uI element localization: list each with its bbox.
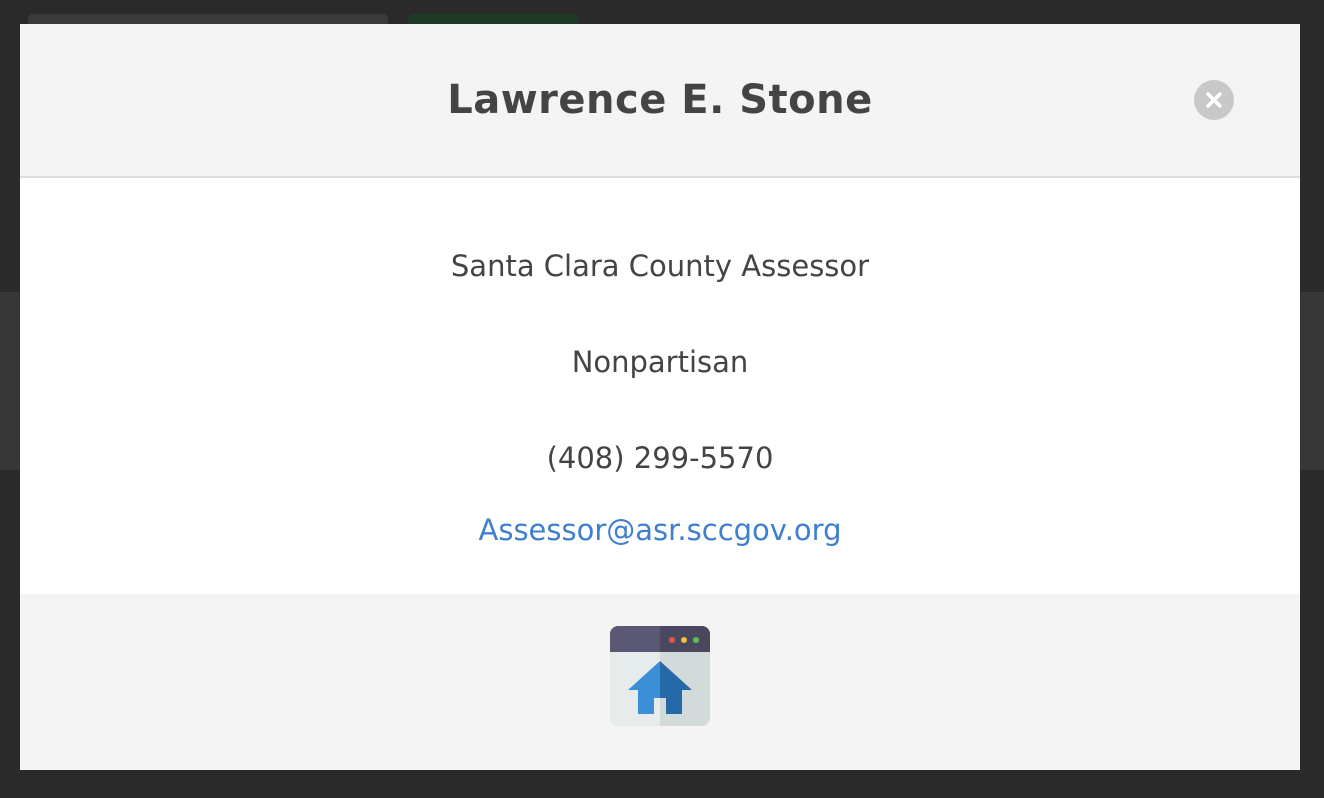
email-link[interactable]: Assessor@asr.sccgov.org xyxy=(20,510,1300,550)
modal-body: Santa Clara County Assessor Nonpartisan … xyxy=(20,178,1300,594)
modal-title: Lawrence E. Stone xyxy=(447,77,873,123)
close-button[interactable] xyxy=(1194,80,1234,120)
website-home-icon[interactable] xyxy=(610,626,710,726)
party-affiliation: Nonpartisan xyxy=(571,345,749,379)
modal-header: Lawrence E. Stone xyxy=(20,24,1300,178)
close-icon xyxy=(1206,92,1222,108)
phone-number: (408) 299-5570 xyxy=(546,441,774,475)
contact-modal: Lawrence E. Stone Santa Clara County Ass… xyxy=(20,24,1300,770)
office-title: Santa Clara County Assessor xyxy=(450,249,870,283)
modal-footer xyxy=(20,594,1300,770)
